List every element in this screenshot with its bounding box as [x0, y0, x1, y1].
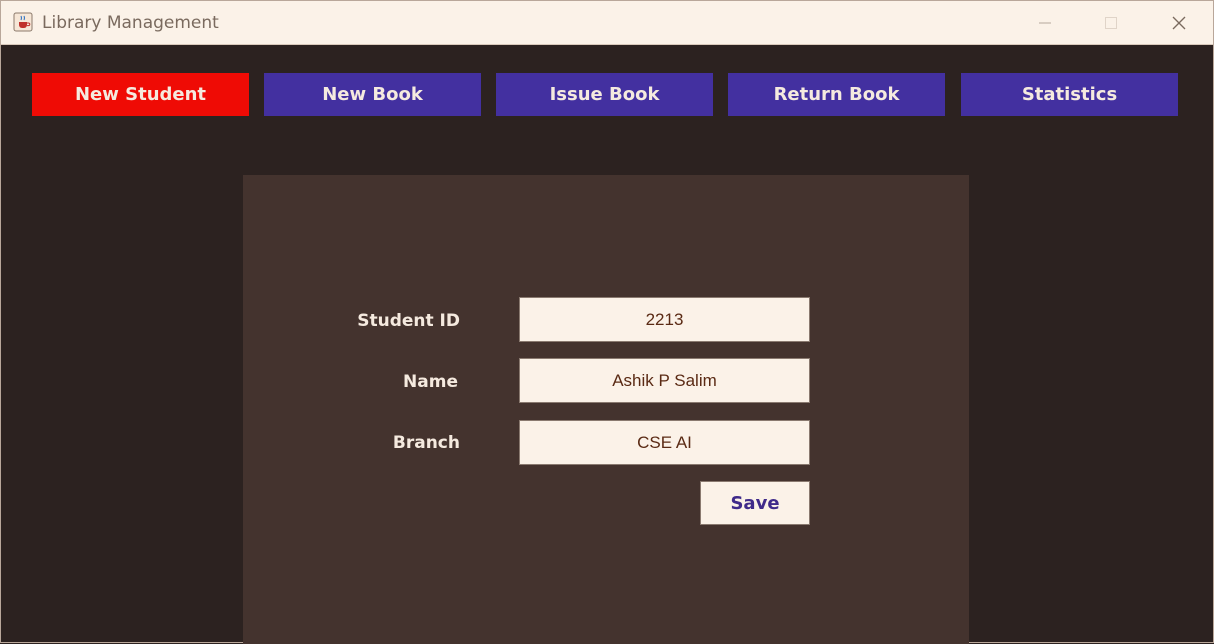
branch-field[interactable]: [519, 420, 810, 465]
title-bar: Library Management: [1, 1, 1213, 45]
branch-label: Branch: [392, 433, 460, 453]
student-id-label: Student ID: [357, 311, 460, 331]
window-title: Library Management: [42, 13, 219, 33]
student-id-field[interactable]: [519, 297, 810, 342]
nav-new-book-button[interactable]: New Book: [264, 73, 481, 116]
new-student-form-panel: [243, 175, 969, 644]
name-field[interactable]: [519, 358, 810, 403]
nav-issue-book-button[interactable]: Issue Book: [496, 73, 713, 116]
minimize-button[interactable]: [1015, 1, 1075, 44]
app-window: Library Management New Student New Book …: [0, 0, 1214, 644]
close-button[interactable]: [1149, 1, 1209, 44]
minimize-icon: [1038, 16, 1052, 30]
nav-statistics-button[interactable]: Statistics: [961, 73, 1178, 116]
java-cup-icon: [13, 12, 33, 32]
nav-new-student-button[interactable]: New Student: [32, 73, 249, 116]
nav-return-book-button[interactable]: Return Book: [728, 73, 945, 116]
save-button[interactable]: Save: [700, 481, 810, 525]
maximize-button[interactable]: [1081, 1, 1141, 44]
close-icon: [1171, 15, 1187, 31]
name-label: Name: [403, 372, 458, 392]
maximize-icon: [1104, 16, 1118, 30]
